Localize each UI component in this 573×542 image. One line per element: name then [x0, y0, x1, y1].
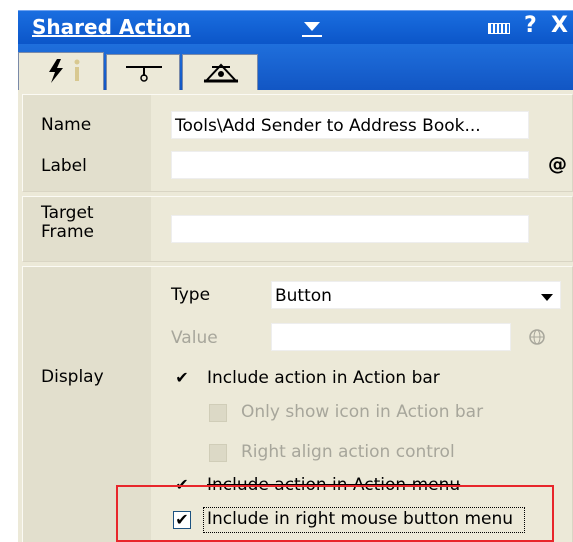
include-action-bar-label: Include action in Action bar — [207, 368, 440, 388]
name-label: Name — [41, 115, 92, 135]
include-action-menu-checkbox[interactable]: ✔ — [173, 477, 191, 495]
display-section: Display Type Button Value ✔ Include acti… — [22, 266, 573, 542]
target-frame-section: Target Frame — [22, 196, 573, 262]
name-field[interactable]: Tools\Add Sender to Address Book... — [171, 111, 529, 139]
title-dropdown-underline — [302, 35, 322, 37]
pin-icon[interactable] — [488, 23, 510, 34]
icon-only-label: Only show icon in Action bar — [241, 402, 484, 422]
value-label: Value — [171, 328, 218, 348]
lightning-icon — [49, 59, 63, 83]
target-frame-label: Target Frame — [41, 203, 94, 242]
chevron-down-icon[interactable] — [541, 294, 553, 301]
name-section: Name Tools\Add Sender to Address Book...… — [22, 94, 573, 192]
globe-icon — [529, 329, 545, 345]
type-value: Button — [275, 286, 332, 306]
include-action-bar-checkbox[interactable]: ✔ — [173, 370, 191, 388]
info-icon — [74, 59, 80, 81]
help-icon[interactable]: ? — [524, 13, 537, 38]
content-area: Name Tools\Add Sender to Address Book...… — [18, 90, 573, 542]
type-select[interactable]: Button — [271, 281, 561, 309]
label-column — [23, 267, 151, 542]
tab-advanced[interactable] — [182, 54, 258, 90]
tab-strip — [18, 44, 573, 90]
right-align-checkbox — [209, 444, 227, 462]
formula-icon — [126, 66, 162, 82]
right-mouse-menu-checkbox[interactable]: ✔ — [173, 511, 191, 529]
panel-title[interactable]: Shared Action — [32, 15, 191, 39]
right-align-label: Right align action control — [241, 442, 455, 462]
shared-action-panel: Shared Action ? X Name Tools\Add Sender … — [0, 0, 573, 542]
title-dropdown-icon[interactable] — [304, 22, 320, 31]
label-label: Label — [41, 156, 87, 176]
hat-icon — [203, 63, 239, 83]
title-bar: Shared Action ? X — [18, 10, 573, 45]
value-field — [271, 323, 511, 351]
label-column — [23, 95, 151, 191]
right-mouse-menu-label: Include in right mouse button menu — [207, 509, 514, 529]
tab-properties[interactable] — [106, 54, 180, 90]
at-button[interactable]: @ — [548, 153, 567, 175]
include-action-menu-label: Include action in Action menu — [207, 475, 461, 495]
display-label: Display — [41, 367, 104, 387]
type-label: Type — [171, 285, 211, 305]
label-field[interactable] — [171, 151, 529, 179]
close-icon[interactable]: X — [551, 13, 568, 38]
tab-actions[interactable] — [18, 52, 104, 90]
target-frame-field[interactable] — [171, 215, 529, 243]
icon-only-checkbox — [209, 404, 227, 422]
